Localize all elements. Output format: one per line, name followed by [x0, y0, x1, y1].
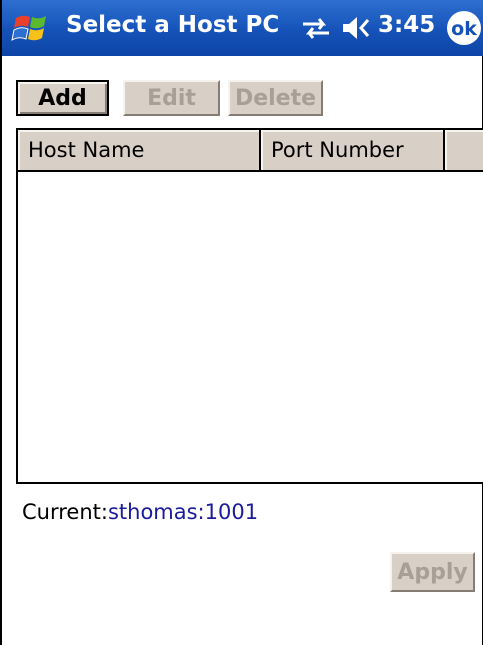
column-header-filler: [445, 130, 483, 172]
windows-flag-icon[interactable]: [10, 8, 54, 48]
apply-button[interactable]: Apply: [390, 552, 475, 592]
edit-button[interactable]: Edit: [123, 80, 220, 116]
add-button[interactable]: Add: [16, 80, 109, 116]
column-header-host-name[interactable]: Host Name: [18, 130, 261, 172]
list-header: Host Name Port Number: [18, 130, 483, 172]
window-title: Select a Host PC: [66, 12, 280, 38]
current-host: Current:sthomas:1001: [22, 500, 258, 524]
ok-label: ok: [451, 18, 477, 40]
delete-button[interactable]: Delete: [228, 80, 323, 116]
ok-button[interactable]: ok: [446, 10, 482, 46]
title-bar: Select a Host PC 3:45 ok: [2, 0, 483, 56]
current-value: sthomas:1001: [107, 500, 259, 524]
pocketpc-screen: Select a Host PC 3:45 ok Add Edit Delete…: [0, 0, 483, 645]
clock[interactable]: 3:45: [378, 12, 435, 38]
column-header-port-number[interactable]: Port Number: [261, 130, 445, 172]
hosts-list[interactable]: Host Name Port Number: [16, 128, 483, 484]
list-body[interactable]: [18, 172, 483, 482]
connectivity-icon[interactable]: [299, 14, 333, 42]
volume-icon[interactable]: [340, 14, 374, 42]
current-label: Current:: [22, 500, 108, 524]
